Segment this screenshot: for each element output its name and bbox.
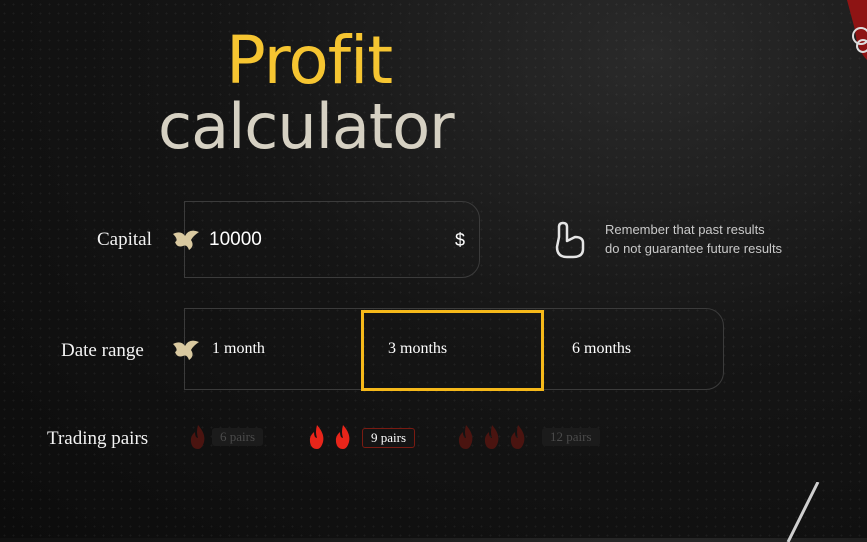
flame-icon <box>309 425 324 449</box>
currency-symbol: $ <box>455 230 466 250</box>
flame-icon <box>190 425 205 449</box>
hand-pointer-icon <box>555 221 585 259</box>
flame-icon <box>458 425 473 449</box>
emblem-icon <box>173 340 199 360</box>
disclaimer-line1: Remember that past results <box>605 222 765 237</box>
range-option-3-months[interactable]: 3 months <box>388 340 447 358</box>
trading-pairs-label: Trading pairs <box>47 428 149 449</box>
flame-icon <box>510 425 525 449</box>
pairs-option-9[interactable]: 9 pairs <box>362 428 416 448</box>
pairs-6-flames[interactable] <box>186 424 210 450</box>
flame-icon <box>484 425 499 449</box>
corner-decoration <box>847 0 867 60</box>
pairs-9-flames[interactable] <box>305 424 355 450</box>
flame-icon <box>335 425 350 449</box>
range-option-1-month[interactable]: 1 month <box>212 340 265 358</box>
disclaimer-line2: do not guarantee future results <box>605 241 783 256</box>
capital-value[interactable]: 10000 <box>209 229 262 251</box>
streak-decoration <box>786 482 820 542</box>
pairs-option-6[interactable]: 6 pairs <box>212 428 264 446</box>
pairs-12-flames[interactable] <box>454 424 530 450</box>
capital-label: Capital <box>97 229 152 250</box>
emblem-icon <box>173 230 199 250</box>
date-range-label: Date range <box>61 340 144 361</box>
title-profit: Profit <box>226 22 393 99</box>
range-option-6-months[interactable]: 6 months <box>572 340 631 358</box>
title-calculator: calculator <box>158 90 455 163</box>
pairs-option-12[interactable]: 12 pairs <box>542 428 600 446</box>
disclaimer-text: Remember that past results do not guaran… <box>605 220 782 258</box>
